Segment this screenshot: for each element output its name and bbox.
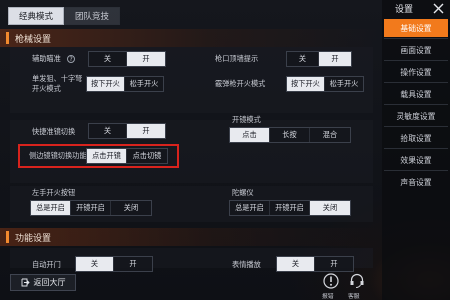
aim-assist-text: 辅助瞄准	[32, 54, 61, 63]
tab-classic-mode[interactable]: 经典模式	[8, 7, 64, 25]
emote-off[interactable]: 关	[277, 257, 315, 271]
sidebar-item-pickup[interactable]: 拾取设置	[384, 129, 448, 147]
aim-assist-label: 辅助瞄准 ?	[32, 54, 76, 64]
single-shot-fire-toggle: 按下开火 松手开火	[86, 76, 164, 92]
section-title-function: 功能设置	[15, 233, 52, 244]
tab-team-deathmatch[interactable]: 团队竞技	[64, 7, 120, 25]
sidebar-item-effects[interactable]: 效果设置	[384, 151, 448, 169]
sidebar-item-graphics[interactable]: 画面设置	[384, 41, 448, 59]
report-label: 报错	[322, 294, 334, 300]
back-to-lobby-label: 返回大厅	[33, 278, 66, 287]
quick-scope-toggle: 关 开	[88, 123, 166, 139]
auto-door-toggle: 关 开	[75, 256, 153, 272]
sidebar-item-basic[interactable]: 基础设置	[384, 19, 448, 37]
sidebar-divider	[384, 126, 448, 127]
mode-tabs: 经典模式 团队竞技	[0, 0, 120, 28]
scope-mode-label: 开镜模式	[232, 115, 261, 124]
scope-mode-mixed[interactable]: 混合	[310, 128, 350, 142]
single-shot-fire-label: 单发狙、十字弩开火模式	[32, 74, 83, 93]
side-scope-tap-open[interactable]: 点击开镜	[87, 149, 127, 163]
scope-mode-tap[interactable]: 点击	[230, 128, 270, 142]
scope-mode-selector: 点击 长按 混合	[229, 127, 351, 143]
left-fire-always[interactable]: 总是开启	[31, 201, 71, 215]
quick-scope-on[interactable]: 开	[127, 124, 165, 138]
sidebar-item-controls[interactable]: 操作设置	[384, 63, 448, 81]
customer-service-icon[interactable]	[348, 272, 366, 290]
muzzle-hint-label: 枪口顶墙提示	[215, 54, 259, 63]
shotgun-fire-toggle: 按下开火 松手开火	[286, 76, 364, 92]
sidebar-divider	[384, 148, 448, 149]
sidebar-divider	[384, 60, 448, 61]
report-icon[interactable]	[322, 272, 340, 290]
customer-service-label: 客服	[348, 294, 360, 300]
close-icon[interactable]	[433, 3, 444, 14]
auto-door-off[interactable]: 关	[76, 257, 114, 271]
back-icon	[21, 278, 30, 287]
gyro-off[interactable]: 关闭	[310, 201, 350, 215]
left-fire-scoped[interactable]: 开镜开启	[71, 201, 111, 215]
emote-toggle: 关 开	[276, 256, 354, 272]
gyro-label: 陀螺仪	[232, 188, 254, 197]
emote-on[interactable]: 开	[315, 257, 353, 271]
gyro-scoped[interactable]: 开镜开启	[270, 201, 310, 215]
sidebar-divider	[384, 82, 448, 83]
gyro-always[interactable]: 总是开启	[230, 201, 270, 215]
muzzle-hint-toggle: 关 开	[286, 51, 352, 67]
section-title-weapon: 枪械设置	[15, 34, 52, 45]
gyro-selector: 总是开启 开镜开启 关闭	[229, 200, 351, 216]
shotgun-press-fire[interactable]: 按下开火	[287, 77, 325, 91]
left-fire-off[interactable]: 关闭	[111, 201, 151, 215]
sidebar-item-sound[interactable]: 声音设置	[384, 173, 448, 191]
single-shot-release-fire[interactable]: 松手开火	[125, 77, 163, 91]
quick-scope-off[interactable]: 关	[89, 124, 127, 138]
sidebar-divider	[384, 38, 448, 39]
shotgun-fire-label: 霰弹枪开火模式	[215, 79, 266, 88]
quick-scope-label: 快捷准镜切换	[32, 127, 76, 136]
section-header-function: 功能设置	[0, 228, 380, 246]
sidebar-divider	[384, 170, 448, 171]
auto-door-label: 自动开门	[32, 260, 61, 269]
side-scope-tap-switch[interactable]: 点击切镜	[127, 149, 167, 163]
muzzle-hint-on[interactable]: 开	[319, 52, 351, 66]
aim-assist-toggle: 关 开	[88, 51, 166, 67]
left-fire-label: 左手开火按钮	[32, 188, 76, 197]
back-to-lobby-button[interactable]: 返回大厅	[10, 274, 76, 291]
sidebar-title: 设置	[394, 5, 413, 15]
aim-assist-on[interactable]: 开	[127, 52, 165, 66]
auto-door-on[interactable]: 开	[114, 257, 152, 271]
sidebar-item-vehicle[interactable]: 载具设置	[384, 85, 448, 103]
shotgun-release-fire[interactable]: 松手开火	[325, 77, 363, 91]
left-fire-selector: 总是开启 开镜开启 关闭	[30, 200, 152, 216]
side-scope-toggle: 点击开镜 点击切镜	[86, 148, 168, 164]
section-header-weapon: 枪械设置	[0, 29, 380, 47]
muzzle-hint-off[interactable]: 关	[287, 52, 319, 66]
side-scope-label: 侧边镜镜切换功能	[29, 151, 87, 160]
sidebar-item-sensitivity[interactable]: 灵敏度设置	[384, 107, 448, 125]
sidebar-divider	[384, 104, 448, 105]
aim-assist-off[interactable]: 关	[89, 52, 127, 66]
scope-mode-hold[interactable]: 长按	[270, 128, 310, 142]
single-shot-press-fire[interactable]: 按下开火	[87, 77, 125, 91]
emote-label: 表情播放	[232, 260, 261, 269]
help-icon[interactable]: ?	[67, 55, 76, 63]
